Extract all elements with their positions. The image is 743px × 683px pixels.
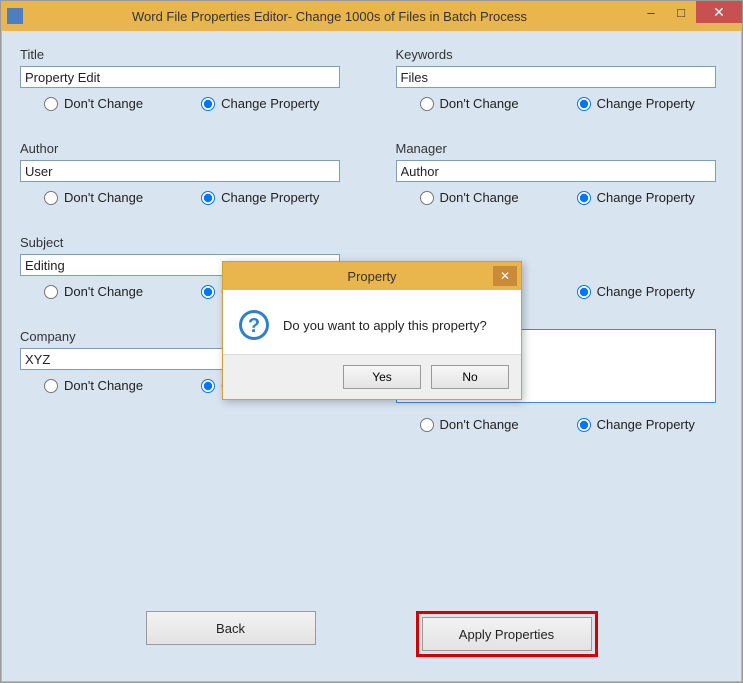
minimize-button[interactable]: – bbox=[636, 1, 666, 23]
bottom-buttons: Back Apply Properties bbox=[2, 611, 741, 657]
radios-title: Don't Change Change Property bbox=[20, 96, 348, 111]
field-title: Title Don't Change Change Property bbox=[20, 47, 348, 111]
radio-subject-dontchange[interactable]: Don't Change bbox=[44, 284, 143, 299]
dialog-message: Do you want to apply this property? bbox=[283, 318, 487, 333]
radios-keywords: Don't Change Change Property bbox=[396, 96, 724, 111]
window-controls: – □ ✕ bbox=[636, 1, 742, 31]
radio-manager-dontchange[interactable]: Don't Change bbox=[420, 190, 519, 205]
maximize-button[interactable]: □ bbox=[666, 1, 696, 23]
question-icon: ? bbox=[237, 308, 271, 342]
dialog-close-button[interactable]: ✕ bbox=[493, 266, 517, 286]
radio-title-change[interactable]: Change Property bbox=[201, 96, 319, 111]
dialog-buttons: Yes No bbox=[223, 354, 521, 399]
radio-manager-change[interactable]: Change Property bbox=[577, 190, 695, 205]
apply-highlight: Apply Properties bbox=[416, 611, 598, 657]
radio-author-dontchange[interactable]: Don't Change bbox=[44, 190, 143, 205]
dialog-title: Property bbox=[347, 269, 396, 284]
dialog-no-button[interactable]: No bbox=[431, 365, 509, 389]
dialog-titlebar: Property ✕ bbox=[223, 262, 521, 290]
radio-comments-change[interactable]: Change Property bbox=[577, 417, 695, 432]
label-author: Author bbox=[20, 141, 348, 156]
radio-comments-dontchange[interactable]: Don't Change bbox=[420, 417, 519, 432]
label-subject: Subject bbox=[20, 235, 348, 250]
radio-title-dontchange[interactable]: Don't Change bbox=[44, 96, 143, 111]
input-author[interactable] bbox=[20, 160, 340, 182]
close-button[interactable]: ✕ bbox=[696, 1, 742, 23]
svg-text:?: ? bbox=[248, 315, 260, 337]
radios-author: Don't Change Change Property bbox=[20, 190, 348, 205]
radio-company-dontchange[interactable]: Don't Change bbox=[44, 378, 143, 393]
radio-keywords-change[interactable]: Change Property bbox=[577, 96, 695, 111]
radio-author-change[interactable]: Change Property bbox=[201, 190, 319, 205]
apply-properties-button[interactable]: Apply Properties bbox=[422, 617, 592, 651]
dialog-yes-button[interactable]: Yes bbox=[343, 365, 421, 389]
input-manager[interactable] bbox=[396, 160, 716, 182]
label-keywords: Keywords bbox=[396, 47, 724, 62]
label-manager: Manager bbox=[396, 141, 724, 156]
radio-hidden-change[interactable]: Change Property bbox=[577, 284, 695, 299]
input-title[interactable] bbox=[20, 66, 340, 88]
field-manager: Manager Don't Change Change Property bbox=[396, 141, 724, 205]
label-title: Title bbox=[20, 47, 348, 62]
titlebar: Word File Properties Editor- Change 1000… bbox=[1, 1, 742, 31]
field-author: Author Don't Change Change Property bbox=[20, 141, 348, 205]
window-title: Word File Properties Editor- Change 1000… bbox=[23, 9, 636, 24]
property-dialog: Property ✕ ? Do you want to apply this p… bbox=[222, 261, 522, 400]
back-button[interactable]: Back bbox=[146, 611, 316, 645]
app-icon bbox=[7, 8, 23, 24]
radio-keywords-dontchange[interactable]: Don't Change bbox=[420, 96, 519, 111]
input-keywords[interactable] bbox=[396, 66, 716, 88]
radios-manager: Don't Change Change Property bbox=[396, 190, 724, 205]
dialog-body: ? Do you want to apply this property? bbox=[223, 290, 521, 354]
field-keywords: Keywords Don't Change Change Property bbox=[396, 47, 724, 111]
radios-comments: Don't Change Change Property bbox=[396, 417, 724, 432]
